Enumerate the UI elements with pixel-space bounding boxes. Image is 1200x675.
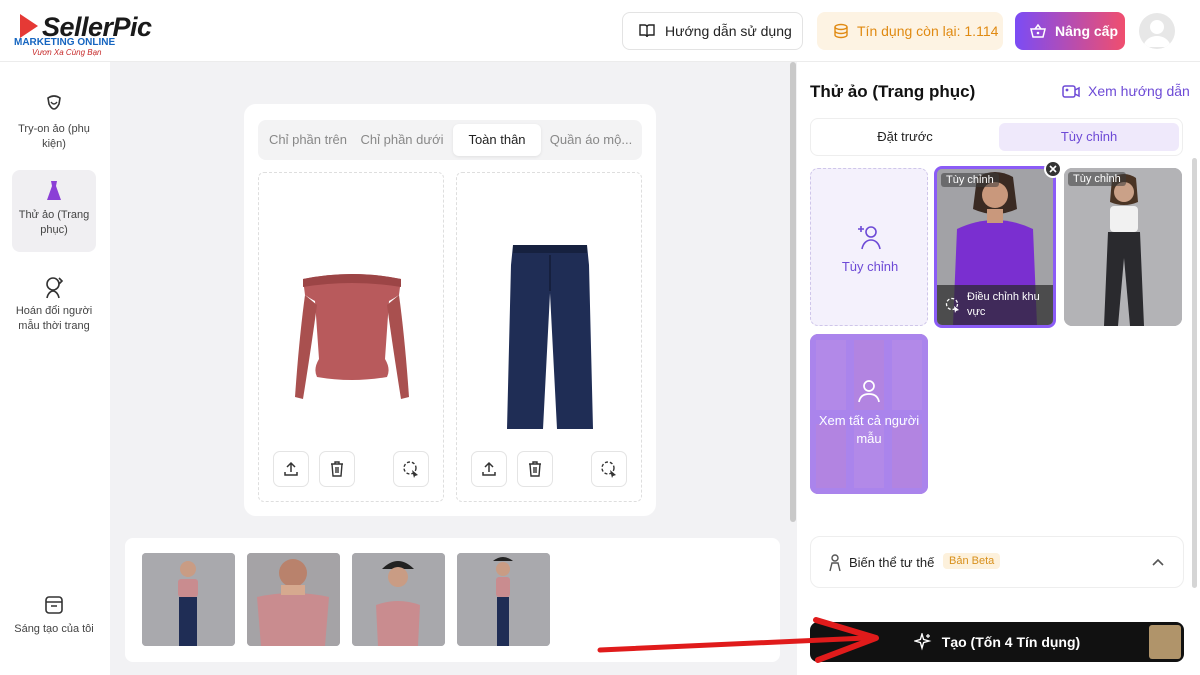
credits-badge: Tín dụng còn lại: 1.114 (817, 12, 1003, 50)
upload-button[interactable] (471, 451, 507, 487)
create-label: Tạo (Tốn 4 Tín dụng) (941, 634, 1081, 650)
custom-tag: Tùy chỉnh (941, 173, 999, 187)
create-preview-thumbnail (1149, 625, 1181, 659)
result-thumbnail[interactable] (457, 553, 550, 646)
view-guide-link[interactable]: Xem hướng dẫn (1062, 83, 1190, 99)
custom-tile-label: Tùy chỉnh (841, 259, 899, 274)
model-photo (352, 553, 445, 646)
left-sidebar: Try-on ảo (phụ kiện) Thử ảo (Trang phục)… (0, 62, 110, 675)
logo-play-icon (20, 14, 38, 38)
logo-tagline: MARKETING ONLINE (14, 37, 116, 48)
panel-scrollbar[interactable] (1192, 158, 1197, 588)
adjust-area-label: Điều chỉnh khu vực (967, 291, 1040, 318)
model-photo (1064, 168, 1182, 326)
book-icon (639, 24, 655, 38)
lower-garment-slot[interactable] (456, 172, 642, 502)
credits-label: Tín dụng còn lại: 1.114 (857, 23, 999, 39)
garment-editor: Chỉ phần trên Chỉ phần dưới Toàn thân Qu… (244, 104, 656, 516)
result-thumbnail[interactable] (352, 553, 445, 646)
sidebar-item-my-creations[interactable]: Sáng tạo của tôi (12, 584, 96, 648)
accessory-tryon-icon (47, 95, 61, 110)
adjust-area-bar[interactable]: Điều chỉnh khu vực (937, 285, 1053, 325)
lasso-select-icon (945, 297, 959, 313)
trash-icon (529, 461, 541, 477)
upload-icon (482, 461, 496, 476)
sidebar-item-label: Hoán đổi người mẫu thời trang (15, 305, 93, 332)
close-icon (1049, 165, 1057, 173)
select-area-button[interactable] (393, 451, 429, 487)
upload-icon (284, 461, 298, 476)
upgrade-button[interactable]: Nâng cấp (1015, 12, 1125, 50)
custom-tag: Tùy chỉnh (1068, 172, 1126, 186)
view-all-models-label: Xem tất cả người mẫu (818, 413, 920, 446)
sidebar-item-outfit-tryon[interactable]: Thử ảo (Trang phục) (12, 170, 96, 252)
sidebar-item-label: Thử ảo (Trang phục) (18, 209, 90, 236)
segment-preset[interactable]: Đặt trước (815, 123, 995, 151)
logo[interactable]: SellerPic MARKETING ONLINE Vươn Xa Cùng … (14, 10, 164, 58)
result-thumbnail[interactable] (247, 553, 340, 646)
model-card-selected[interactable]: Tùy chỉnh Điều chỉnh khu vực (934, 166, 1056, 328)
view-all-models-tile[interactable]: Xem tất cả người mẫu (810, 334, 928, 494)
sidebar-item-label: Try-on ảo (phụ kiện) (18, 123, 90, 150)
result-thumbnail[interactable] (142, 553, 235, 646)
user-icon (1143, 20, 1171, 47)
model-card[interactable]: Tùy chỉnh (1064, 168, 1182, 326)
view-guide-label: Xem hướng dẫn (1088, 83, 1190, 99)
red-top-image (295, 274, 409, 399)
garment-type-tabs: Chỉ phần trên Chỉ phần dưới Toàn thân Qu… (258, 120, 642, 160)
lasso-select-icon (601, 461, 616, 478)
add-person-icon (858, 226, 881, 250)
slot-actions (273, 451, 429, 487)
model-photo (142, 553, 235, 646)
tab-upper-only[interactable]: Chỉ phần trên (262, 124, 354, 156)
pose-icon (829, 554, 841, 572)
annotation-arrow (597, 617, 879, 663)
jeans-image (507, 245, 593, 429)
pose-variation-section[interactable]: Biến thể tư thế Bản Beta (810, 536, 1184, 588)
chevron-up-icon[interactable] (1151, 557, 1165, 567)
avatar[interactable] (1139, 13, 1175, 49)
sidebar-item-label: Sáng tạo của tôi (14, 623, 94, 635)
video-icon (1062, 84, 1080, 98)
dress-icon (47, 181, 61, 200)
custom-model-tile[interactable]: Tùy chỉnh (810, 168, 928, 326)
canvas-scrollbar[interactable] (790, 62, 796, 522)
slot-actions (471, 451, 627, 487)
sidebar-item-model-swap[interactable]: Hoán đổi người mẫu thời trang (12, 266, 96, 350)
model-photo (247, 553, 340, 646)
delete-button[interactable] (319, 451, 355, 487)
remove-model-button[interactable] (1044, 160, 1062, 178)
tab-lower-only[interactable]: Chỉ phần dưới (356, 124, 448, 156)
sparkle-icon (913, 633, 932, 651)
beta-badge: Bản Beta (943, 553, 1001, 569)
basket-icon (1030, 23, 1046, 38)
upper-garment-slot[interactable] (258, 172, 444, 502)
user-guide-button[interactable]: Hướng dẫn sử dụng (622, 12, 803, 50)
model-photo (457, 553, 550, 646)
sidebar-item-accessory-tryon[interactable]: Try-on ảo (phụ kiện) (12, 84, 96, 162)
right-panel: Thử ảo (Trang phục) Xem hướng dẫn Đặt tr… (797, 62, 1200, 675)
user-guide-label: Hướng dẫn sử dụng (665, 23, 792, 39)
upgrade-label: Nâng cấp (1055, 23, 1119, 39)
upload-button[interactable] (273, 451, 309, 487)
lasso-select-icon (403, 461, 418, 478)
select-area-button[interactable] (591, 451, 627, 487)
pose-variation-label: Biến thể tư thế (849, 555, 935, 570)
tab-full-body[interactable]: Toàn thân (453, 124, 541, 156)
people-icon (858, 380, 880, 403)
delete-button[interactable] (517, 451, 553, 487)
my-creations-icon (45, 596, 63, 614)
top-header: SellerPic MARKETING ONLINE Vươn Xa Cùng … (0, 0, 1200, 62)
model-source-toggle: Đặt trước Tùy chỉnh (810, 118, 1183, 156)
model-swap-icon (46, 277, 64, 299)
segment-custom[interactable]: Tùy chỉnh (999, 123, 1179, 151)
panel-title: Thử ảo (Trang phục) (810, 82, 976, 101)
tab-other[interactable]: Quần áo mộ... (544, 124, 638, 156)
trash-icon (331, 461, 343, 477)
logo-slogan: Vươn Xa Cùng Bạn (32, 48, 102, 57)
coin-stack-icon (834, 23, 848, 39)
